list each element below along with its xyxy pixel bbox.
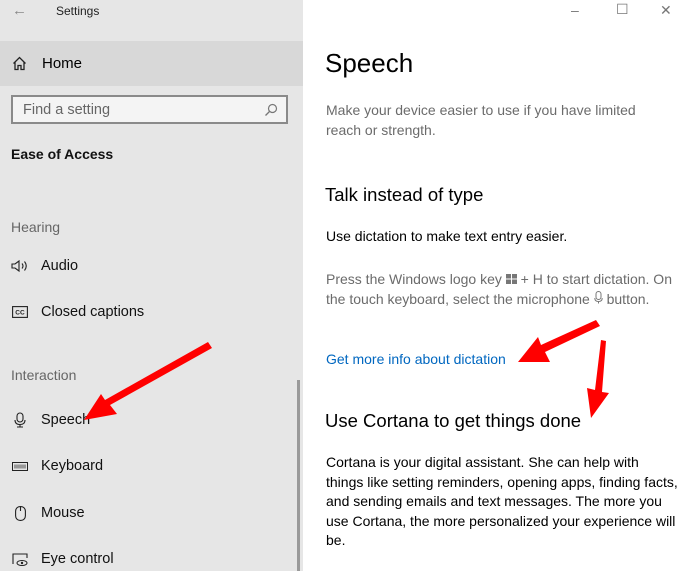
maximize-button[interactable]: ☐	[616, 1, 629, 18]
sidebar-item-keyboard[interactable]: Keyboard	[0, 451, 298, 481]
sidebar-item-eye-control[interactable]: Eye control	[0, 544, 298, 574]
microphone-icon	[11, 412, 29, 428]
app-title: Settings	[56, 4, 100, 18]
keyboard-icon	[11, 461, 29, 471]
windows-logo-icon	[505, 274, 517, 284]
sidebar-item-home[interactable]: Home	[0, 41, 303, 86]
back-button[interactable]: ←	[12, 2, 27, 19]
search-input[interactable]: Find a setting	[11, 95, 288, 124]
speaker-icon	[11, 259, 29, 273]
dictation-hint: Press the Windows logo key + H to start …	[326, 271, 672, 307]
svg-text:CC: CC	[15, 310, 25, 317]
close-button[interactable]: ✕	[660, 2, 672, 19]
category-heading: Ease of Access	[11, 146, 114, 162]
sidebar-item-closed-captions[interactable]: CC Closed captions	[0, 297, 298, 327]
dictation-info-link[interactable]: Get more info about dictation	[326, 351, 506, 367]
section-heading-cortana: Use Cortana to get things done	[325, 410, 582, 431]
sidebar: ← Settings Home Find a setting Ease of A…	[0, 0, 303, 571]
sidebar-scrollbar[interactable]	[297, 380, 300, 571]
dictation-text: Use dictation to make text entry easier.	[326, 228, 568, 244]
sidebar-item-audio[interactable]: Audio	[0, 251, 298, 281]
page-title: Speech	[325, 48, 414, 78]
intro-text: Make your device easier to use if you ha…	[326, 102, 636, 138]
microphone-icon	[594, 290, 603, 303]
cc-icon: CC	[11, 306, 29, 318]
home-icon	[12, 56, 28, 71]
section-heading-dictation: Talk instead of type	[325, 184, 484, 205]
main-content: – ☐ ✕ Speech Make your device easier to …	[303, 0, 680, 571]
sidebar-item-speech[interactable]: Speech	[0, 405, 298, 435]
sidebar-item-mouse[interactable]: Mouse	[0, 498, 298, 528]
minimize-button[interactable]: –	[571, 2, 579, 18]
search-icon	[265, 103, 278, 116]
group-label-interaction: Interaction	[11, 367, 77, 383]
group-label-hearing: Hearing	[11, 219, 61, 235]
title-bar: ← Settings	[0, 0, 303, 22]
eye-control-icon	[11, 552, 29, 566]
cortana-text: Cortana is your digital assistant. She c…	[326, 454, 678, 548]
mouse-icon	[11, 505, 29, 521]
